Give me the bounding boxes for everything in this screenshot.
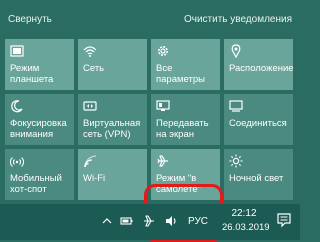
tile-project[interactable]: Передавать на экран <box>151 94 220 145</box>
tile-mobile-hotspot[interactable]: Мобильный хот-спот <box>5 149 74 200</box>
tile-label: Режим планшета <box>10 63 54 85</box>
tile-label: Соединиться <box>229 118 287 129</box>
tile-wifi[interactable]: Wi-Fi <box>78 149 147 200</box>
clear-notifications-link[interactable]: Очистить уведомления <box>184 14 292 25</box>
airplane-tray-icon[interactable] <box>142 214 156 228</box>
tile-all-settings[interactable]: Все параметры <box>151 39 220 90</box>
vpn-icon <box>83 101 97 111</box>
tile-label: Сеть <box>83 63 105 74</box>
quick-actions-grid: Режим планшета Сеть Все параметры Распол… <box>5 39 294 242</box>
notification-icon[interactable] <box>276 212 292 228</box>
tile-label: Режим "в самолете" <box>156 173 202 195</box>
battery-icon[interactable] <box>120 214 134 228</box>
tile-connect[interactable]: Соединиться <box>224 94 293 145</box>
clock[interactable]: 22:12 26.03.2019 <box>222 207 270 235</box>
volume-icon[interactable] <box>164 214 178 228</box>
tile-label: Фокусировка внимания <box>10 118 67 140</box>
connect-icon <box>229 100 243 112</box>
tile-label: Расположение <box>229 63 294 74</box>
tile-focus-assist[interactable]: Фокусировка внимания <box>5 94 74 145</box>
network-icon <box>83 46 97 57</box>
action-center-header: Свернуть Очистить уведомления <box>0 0 300 36</box>
tile-label: Wi-Fi <box>83 173 106 184</box>
tile-night-light[interactable]: Ночной свет <box>224 149 293 200</box>
wifi-icon <box>84 155 97 168</box>
tablet-mode-icon <box>10 45 24 57</box>
tile-label: Виртуальная сеть (VPN) <box>83 118 141 140</box>
focus-assist-icon <box>11 100 23 113</box>
chevron-up-icon[interactable] <box>100 214 114 228</box>
clock-time: 22:12 <box>231 208 257 219</box>
tile-network[interactable]: Сеть <box>78 39 147 90</box>
tile-label: Мобильный хот-спот <box>10 173 62 195</box>
taskbar: РУС 22:12 26.03.2019 <box>0 204 300 240</box>
airplane-icon <box>157 155 168 167</box>
tile-airplane-mode[interactable]: Режим "в самолете" <box>151 149 220 200</box>
tile-location[interactable]: Расположение <box>224 39 294 90</box>
tile-label: Ночной свет <box>229 173 284 184</box>
clock-date: 26.03.2019 <box>222 222 270 233</box>
gear-icon <box>158 46 168 56</box>
project-icon <box>156 100 170 111</box>
tile-tablet-mode[interactable]: Режим планшета <box>5 39 74 90</box>
tile-vpn[interactable]: Виртуальная сеть (VPN) <box>78 94 147 145</box>
collapse-link[interactable]: Свернуть <box>8 14 52 25</box>
location-icon <box>231 44 241 58</box>
language-indicator[interactable]: РУС <box>188 216 208 227</box>
night-light-icon <box>229 154 243 168</box>
tile-label: Все параметры <box>156 63 205 85</box>
action-center-panel: Свернуть Очистить уведомления Режим план… <box>0 0 300 242</box>
hotspot-icon <box>10 157 24 167</box>
tile-label: Передавать на экран <box>156 118 209 140</box>
